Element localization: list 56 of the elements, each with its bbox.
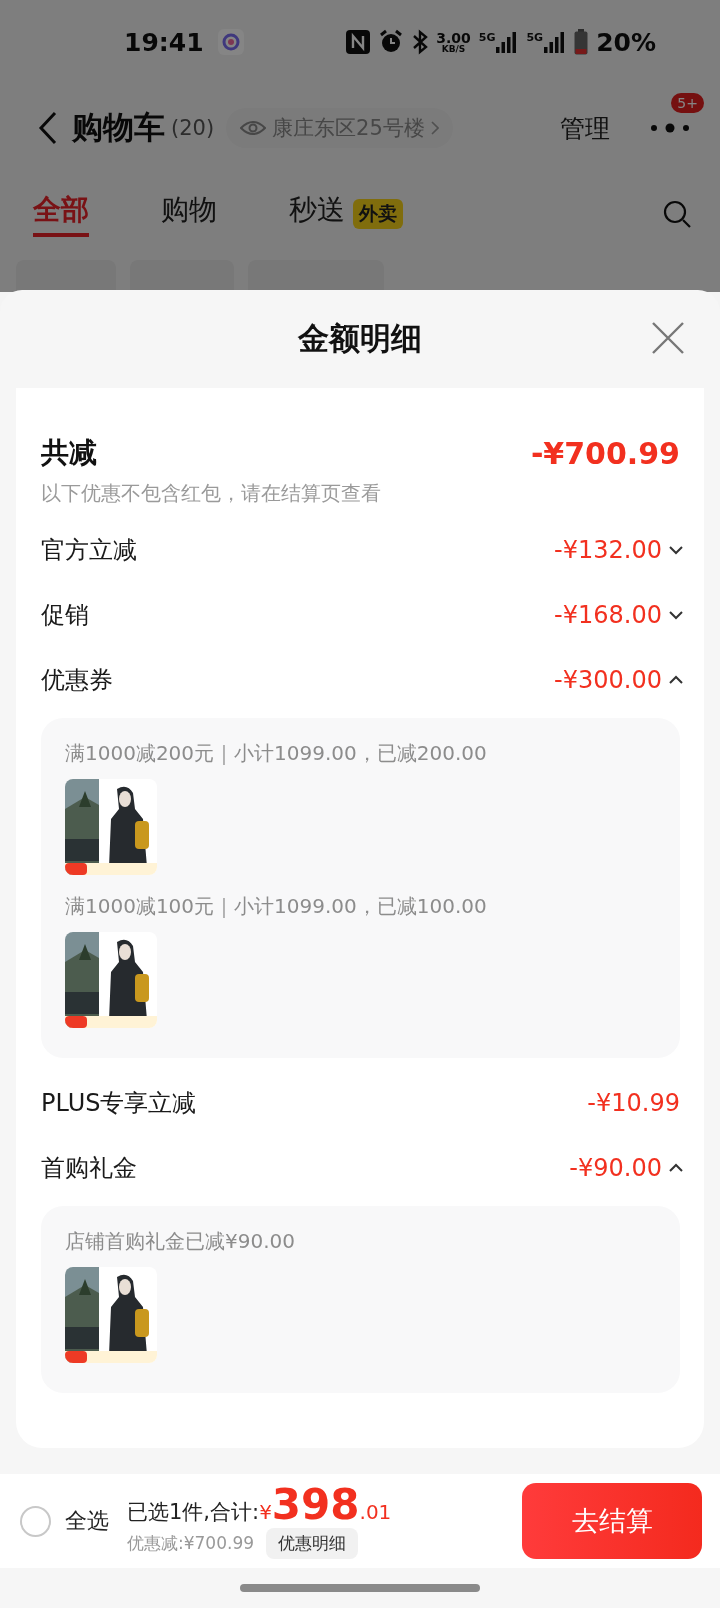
tab-tag: 外卖 [353,199,403,229]
discount-amount: -¥168.00 [554,600,662,629]
discount-label: 促销 [41,599,89,631]
tab[interactable]: 购物 [161,191,217,237]
back-icon[interactable] [38,111,58,145]
total-label: 共减 [41,435,97,471]
price-decimal: .01 [359,1499,392,1524]
network-type: 5G [526,31,544,44]
chevron-right-icon [430,121,439,135]
discount-label: 官方立减 [41,534,137,566]
signal-icon [544,31,567,53]
search-icon[interactable] [662,199,692,229]
battery-percent: 20% [596,27,656,57]
tab[interactable]: 全部 [33,191,89,237]
discount-amount: -¥300.00 [554,665,662,694]
network-type: 5G [478,31,496,44]
chevron-down-icon[interactable] [668,543,684,556]
more-icon[interactable] [650,123,690,133]
select-all-label[interactable]: 全选 [65,1506,109,1536]
sheet-title: 金额明细 [298,319,422,358]
app-icon [217,29,244,55]
battery-icon [574,29,589,55]
clock: 19:41 [124,27,204,57]
close-button[interactable] [650,320,686,356]
network-speed: 3.00 KB/S [436,30,471,54]
discount-amount: -¥132.00 [554,535,662,564]
page-title: 购物车 [72,108,165,147]
detail-text: 满1000减200元｜小计1099.00，已减200.00 [65,740,488,767]
alarm-icon [378,29,405,55]
discount-total: 优惠减:¥700.99 [127,1531,255,1555]
notification-badge: 5+ [671,93,704,113]
chevron-up-icon[interactable] [668,1161,684,1174]
currency-sign: ¥ [259,1499,272,1524]
discount-label: PLUS专享立减 [41,1087,197,1119]
discount-label: 优惠券 [41,664,113,696]
discount-label: 首购礼金 [41,1152,137,1184]
discount-detail-button[interactable]: 优惠明细 [266,1527,359,1559]
summary-text: 已选1件,合计: [127,1498,260,1526]
note-text: 以下优惠不包含红包，请在结算页查看 [41,480,382,507]
signal-icon [496,31,519,53]
manage-button[interactable]: 管理 [560,111,610,145]
eye-icon [240,120,267,136]
price-integer: 398 [271,1483,360,1526]
chevron-down-icon[interactable] [668,608,684,621]
item-count: (20) [171,116,215,140]
detail-text: 店铺首购礼金已减¥90.00 [65,1228,296,1255]
chevron-up-icon[interactable] [668,673,684,686]
detail-text: 满1000减100元｜小计1099.00，已减100.00 [65,893,488,920]
bluetooth-icon [412,29,429,55]
checkout-button[interactable]: 去结算 [522,1483,702,1559]
select-all-checkbox[interactable] [20,1505,51,1537]
total-amount: -¥700.99 [530,435,680,471]
discount-amount: -¥90.00 [569,1153,662,1182]
tab[interactable]: 秒送 [289,191,345,237]
discount-amount: -¥10.99 [587,1088,680,1117]
nfc-icon [346,30,371,54]
